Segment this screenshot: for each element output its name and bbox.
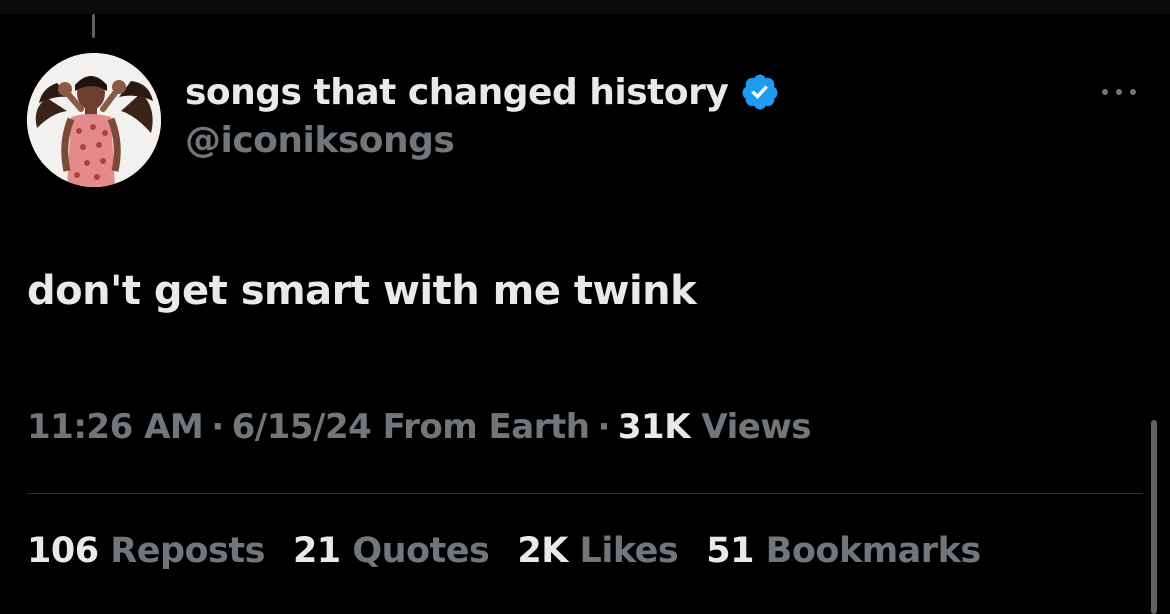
quotes-count: 21 — [292, 531, 341, 571]
quotes-label: Quotes — [352, 531, 490, 571]
ellipsis-icon — [1102, 89, 1136, 95]
tweet-time[interactable]: 11:26 AM — [27, 407, 204, 447]
thread-connector-line — [92, 14, 95, 38]
divider — [27, 493, 1143, 494]
tweet-source: From Earth — [382, 407, 590, 447]
scrollbar[interactable] — [1151, 420, 1157, 614]
views-count: 31K — [617, 407, 691, 447]
meta-separator: · — [597, 407, 610, 447]
tweet-metadata: 11:26 AM · 6/15/24 From Earth · 31K Views — [27, 407, 811, 447]
likes-label: Likes — [579, 531, 679, 571]
bookmarks-count: 51 — [706, 531, 754, 571]
quotes-stat[interactable]: 21 Quotes — [292, 531, 490, 571]
reposts-label: Reposts — [110, 531, 265, 571]
bookmarks-label: Bookmarks — [765, 531, 982, 571]
views-label: Views — [701, 407, 811, 447]
avatar[interactable] — [27, 53, 161, 187]
tweet-date[interactable]: 6/15/24 — [232, 407, 372, 447]
author-handle[interactable]: @iconiksongs — [185, 120, 780, 161]
author-display-name[interactable]: songs that changed history — [185, 72, 729, 113]
likes-count: 2K — [517, 531, 568, 571]
author-block: songs that changed history @iconiksongs — [185, 66, 780, 161]
verified-badge-icon[interactable] — [740, 72, 780, 112]
engagement-stats: 106 Reposts 21 Quotes 2K Likes 51 Bookma… — [27, 531, 1009, 571]
profile-photo — [27, 53, 161, 187]
reposts-stat[interactable]: 106 Reposts — [27, 531, 265, 571]
meta-separator: · — [211, 407, 224, 447]
more-options-button[interactable] — [1097, 80, 1141, 104]
bookmarks-stat[interactable]: 51 Bookmarks — [706, 531, 982, 571]
likes-stat[interactable]: 2K Likes — [517, 531, 678, 571]
tweet-text: don't get smart with me twink — [27, 268, 697, 314]
top-strip — [0, 0, 1170, 14]
author-name-row: songs that changed history — [185, 66, 780, 118]
reposts-count: 106 — [27, 531, 99, 571]
